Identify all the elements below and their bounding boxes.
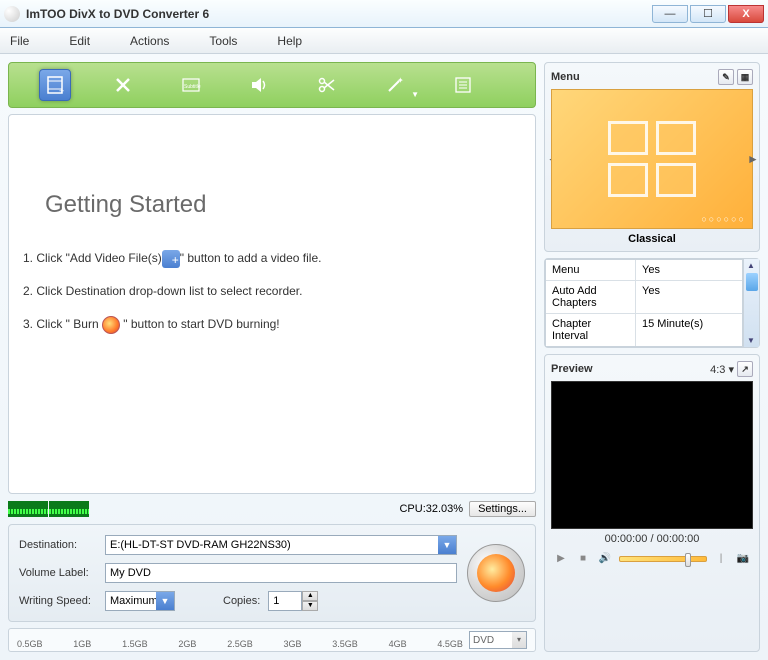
title-bar: ImTOO DivX to DVD Converter 6 — ☐ X: [0, 0, 768, 28]
template-thumb: [656, 121, 696, 155]
spin-up-icon[interactable]: ▲: [302, 591, 318, 601]
app-icon: [4, 6, 20, 22]
playback-controls: ▶ ■ 🔊 | 📷: [551, 549, 753, 569]
flame-icon: [477, 554, 515, 592]
writing-speed-label: Writing Speed:: [19, 595, 97, 607]
list-button[interactable]: [447, 69, 479, 101]
toolbar: + Subtitle ✦ ▼: [8, 62, 536, 108]
volume-slider[interactable]: [619, 556, 707, 562]
burn-settings-panel: Destination: E:(HL-DT-ST DVD-RAM GH22NS3…: [8, 524, 536, 622]
spin-down-icon[interactable]: ▼: [302, 601, 318, 611]
list-icon: [453, 75, 473, 95]
cpu-meter-1: [8, 501, 48, 517]
menu-panel: Menu ✎ ▦ ◄ ○○○○○○ ► Classical: [544, 62, 760, 252]
volume-label-label: Volume Label:: [19, 567, 97, 579]
film-plus-icon: [162, 250, 180, 268]
destination-label: Destination:: [19, 539, 97, 551]
audio-button[interactable]: [243, 69, 275, 101]
clip-button[interactable]: [311, 69, 343, 101]
window-title: ImTOO DivX to DVD Converter 6: [26, 7, 652, 21]
chevron-down-icon: ▼: [156, 592, 174, 610]
chevron-down-icon: ▼: [438, 536, 456, 554]
cpu-bar: CPU:32.03% Settings...: [8, 500, 536, 518]
film-plus-icon: +: [45, 75, 65, 95]
template-thumb: [608, 121, 648, 155]
destination-select[interactable]: E:(HL-DT-ST DVD-RAM GH22NS30)▼: [105, 535, 457, 555]
flame-icon: [102, 316, 120, 334]
properties-panel: Menu Yes Auto Add Chapters Yes Chapter I…: [544, 258, 760, 348]
delete-button[interactable]: [107, 69, 139, 101]
speaker-icon: [249, 75, 269, 95]
divider-icon: |: [713, 551, 729, 567]
template-name: Classical: [551, 229, 753, 245]
menu-help[interactable]: Help: [277, 34, 302, 48]
edit-menu-button[interactable]: ✎: [718, 69, 734, 85]
getting-started-heading: Getting Started: [45, 191, 521, 219]
video-preview: [551, 381, 753, 529]
popout-button[interactable]: ↗: [737, 361, 753, 377]
preview-panel: Preview 4:3 ▾ ↗ 00:00:00 / 00:00:00 ▶ ■ …: [544, 354, 760, 652]
cpu-label: CPU:32.03%: [399, 503, 463, 515]
menu-edit[interactable]: Edit: [69, 34, 90, 48]
step-3: 3. Click " Burn " button to start DVD bu…: [23, 315, 521, 334]
volume-icon[interactable]: 🔊: [597, 551, 613, 567]
table-row: Chapter Interval 15 Minute(s): [546, 314, 742, 346]
template-thumb: [608, 163, 648, 197]
x-icon: [113, 75, 133, 95]
time-display: 00:00:00 / 00:00:00: [551, 529, 753, 549]
copies-label: Copies:: [223, 595, 260, 607]
scissors-icon: [317, 75, 337, 95]
settings-button[interactable]: Settings...: [469, 501, 536, 517]
add-video-button[interactable]: +: [39, 69, 71, 101]
chevron-down-icon: ▾: [512, 632, 526, 648]
media-type-select[interactable]: DVD▾: [469, 631, 527, 649]
template-thumb: [656, 163, 696, 197]
writing-speed-select[interactable]: Maximum▼: [105, 591, 175, 611]
menu-actions[interactable]: Actions: [130, 34, 169, 48]
menu-panel-title: Menu: [551, 71, 580, 83]
minimize-button[interactable]: —: [652, 5, 688, 23]
close-button[interactable]: X: [728, 5, 764, 23]
svg-text:Subtitle: Subtitle: [184, 84, 201, 90]
play-button[interactable]: ▶: [553, 551, 569, 567]
menu-tools[interactable]: Tools: [209, 34, 237, 48]
svg-text:+: +: [59, 86, 64, 95]
page-dots: ○○○○○○: [701, 214, 746, 224]
snapshot-button[interactable]: 📷: [735, 551, 751, 567]
next-template-button[interactable]: ►: [747, 152, 757, 166]
subtitle-button[interactable]: Subtitle: [175, 69, 207, 101]
volume-label-input[interactable]: My DVD: [105, 563, 457, 583]
size-ruler: 0.5GB 1GB 1.5GB 2GB 2.5GB 3GB 3.5GB 4GB …: [8, 628, 536, 652]
table-row: Menu Yes: [546, 260, 742, 281]
content-area: Getting Started 1. Click "Add Video File…: [8, 114, 536, 494]
burn-button[interactable]: [467, 544, 525, 602]
menu-template-preview[interactable]: ○○○○○○: [551, 89, 753, 229]
maximize-button[interactable]: ☐: [690, 5, 726, 23]
templates-button[interactable]: ▦: [737, 69, 753, 85]
svg-text:✦: ✦: [397, 76, 404, 85]
copies-stepper[interactable]: 1 ▲▼: [268, 591, 318, 611]
effects-button[interactable]: ✦ ▼: [379, 69, 411, 101]
cpu-meter-2: [49, 501, 89, 517]
step-2: 2. Click Destination drop-down list to s…: [23, 282, 521, 301]
step-1: 1. Click "Add Video File(s)" button to a…: [23, 249, 521, 268]
preview-title: Preview: [551, 363, 593, 375]
scrollbar[interactable]: [743, 259, 759, 347]
stop-button[interactable]: ■: [575, 551, 591, 567]
menu-file[interactable]: File: [10, 34, 29, 48]
subtitle-icon: Subtitle: [181, 75, 201, 95]
wand-icon: ✦: [385, 75, 405, 95]
aspect-ratio-select[interactable]: 4:3 ▾: [710, 363, 734, 376]
table-row: Auto Add Chapters Yes: [546, 281, 742, 314]
menu-bar: File Edit Actions Tools Help: [0, 28, 768, 54]
